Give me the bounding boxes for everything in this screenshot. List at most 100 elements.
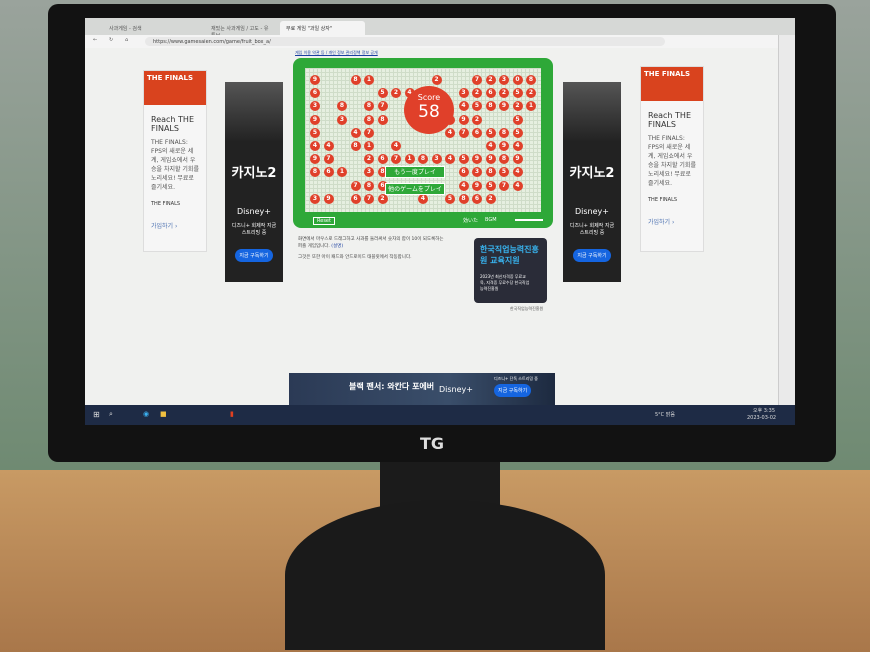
apple[interactable]: 8 xyxy=(418,154,428,165)
apple[interactable]: 2 xyxy=(485,193,496,204)
apple[interactable]: 9 xyxy=(485,154,496,165)
apple[interactable]: 6 xyxy=(472,127,482,138)
ad-cta[interactable]: 가입하기 › xyxy=(144,215,206,236)
clock-date[interactable]: 2023-03-02 xyxy=(747,415,776,421)
apple[interactable]: 5 xyxy=(445,193,455,204)
apple[interactable]: 9 xyxy=(310,114,320,125)
apple[interactable]: 9 xyxy=(499,101,509,112)
apple[interactable]: 4 xyxy=(512,180,523,191)
apple[interactable]: 5 xyxy=(512,114,523,125)
apple[interactable]: 6 xyxy=(323,167,334,178)
apple[interactable]: 1 xyxy=(526,101,536,112)
tab-search[interactable]: 사과게임 - 검색 xyxy=(103,21,203,35)
apple[interactable]: 2 xyxy=(526,88,536,99)
apple[interactable]: 8 xyxy=(499,154,509,165)
apple[interactable]: 9 xyxy=(310,154,320,165)
hrd-ad[interactable]: 한국직업능력진흥원 교육지원 2023년 최신자격증 무료교육, 지격증 무료수… xyxy=(474,238,547,303)
finals-ad-left[interactable]: THE FINALS Reach THE FINALS THE FINALS: … xyxy=(143,70,207,252)
apple[interactable]: 5 xyxy=(512,127,523,138)
apple[interactable]: 2 xyxy=(499,88,509,99)
apple[interactable]: 7 xyxy=(350,180,361,191)
play-again-button[interactable]: もう一度プレイ xyxy=(385,166,445,178)
tab-fruit-box[interactable]: 무료 게임 "과일 상자" xyxy=(280,21,365,35)
apple[interactable]: 7 xyxy=(472,75,482,85)
apple[interactable]: 3 xyxy=(310,193,320,204)
apple[interactable]: 4 xyxy=(445,154,455,165)
apple[interactable]: 1 xyxy=(364,75,374,85)
home-icon[interactable]: ⌂ xyxy=(125,37,128,43)
apple[interactable]: 5 xyxy=(485,127,496,138)
edge-browser-icon[interactable]: ◉ xyxy=(143,410,149,418)
apple[interactable]: 8 xyxy=(337,101,347,112)
bgm-checkbox[interactable]: BGM xyxy=(485,217,497,223)
apple[interactable]: 8 xyxy=(350,75,361,85)
apple[interactable]: 3 xyxy=(431,154,442,165)
apple[interactable]: 4 xyxy=(445,127,455,138)
tab-youtube[interactable]: 재밌는 사과게임 / 고도 - 유튜브 xyxy=(205,21,277,39)
apple[interactable]: 4 xyxy=(458,101,469,112)
apple[interactable]: 3 xyxy=(310,101,320,112)
apple[interactable]: 6 xyxy=(485,88,496,99)
top-links[interactable]: 게임 이용 약관 등 / 개인 정보 관리정책 정보 공개 xyxy=(295,50,378,56)
casino-ad-right[interactable]: 카지노2 Disney+ 디즈니+ 회제작 지금 스트리밍 중 지금 구독하기 xyxy=(563,82,621,282)
apple[interactable]: 8 xyxy=(350,141,361,151)
apple[interactable]: 9 xyxy=(458,114,469,125)
back-icon[interactable]: ← xyxy=(93,37,97,43)
apple[interactable]: 8 xyxy=(364,114,374,125)
apple[interactable]: 3 xyxy=(499,75,509,85)
apple[interactable]: 5 xyxy=(310,127,320,138)
subscribe-button[interactable]: 지금 구독하기 xyxy=(573,249,611,262)
apple[interactable]: 5 xyxy=(512,88,523,99)
apple[interactable]: 6 xyxy=(472,193,482,204)
apple[interactable]: 3 xyxy=(458,88,469,99)
option-checkbox-1[interactable]: 効いた xyxy=(463,217,478,224)
apple[interactable]: 8 xyxy=(526,75,536,85)
apple[interactable]: 8 xyxy=(485,167,496,178)
apple[interactable]: 5 xyxy=(377,88,388,99)
apple[interactable]: 7 xyxy=(377,101,388,112)
apple[interactable]: 4 xyxy=(458,180,469,191)
apple[interactable]: 2 xyxy=(472,114,482,125)
apple[interactable]: 2 xyxy=(391,88,401,99)
explanation-link[interactable]: (설명) xyxy=(331,244,343,249)
apple[interactable]: 6 xyxy=(310,88,320,99)
start-icon[interactable]: ⊞ xyxy=(93,410,100,419)
reset-button[interactable]: Reset xyxy=(313,217,335,225)
apple[interactable]: 8 xyxy=(485,101,496,112)
apple[interactable]: 7 xyxy=(364,193,374,204)
apple[interactable]: 4 xyxy=(391,141,401,151)
apple[interactable]: 9 xyxy=(472,180,482,191)
apple[interactable]: 6 xyxy=(458,167,469,178)
apple[interactable]: 8 xyxy=(499,127,509,138)
apple[interactable]: 8 xyxy=(458,193,469,204)
url-input[interactable]: https://www.gamesaien.com/game/fruit_box… xyxy=(145,37,665,46)
casino-ad-left[interactable]: 카지노2 Disney+ 디즈니+ 회제작 지금 스트리밍 중 지금 구독하기 xyxy=(225,82,283,282)
apple[interactable]: 6 xyxy=(350,193,361,204)
apple[interactable]: 9 xyxy=(323,193,334,204)
office-icon[interactable]: ▮ xyxy=(230,410,234,418)
apple[interactable]: 4 xyxy=(310,141,320,151)
apple[interactable]: 8 xyxy=(364,180,374,191)
apple[interactable]: 8 xyxy=(310,167,320,178)
search-icon[interactable]: ⌕ xyxy=(109,410,113,419)
apple[interactable]: 5 xyxy=(485,180,496,191)
apple[interactable]: 7 xyxy=(391,154,401,165)
apple[interactable]: 4 xyxy=(485,141,496,151)
apple[interactable]: 1 xyxy=(404,154,415,165)
apple[interactable]: 2 xyxy=(377,193,388,204)
apple[interactable]: 1 xyxy=(337,167,347,178)
apple[interactable]: 8 xyxy=(377,114,388,125)
apple[interactable]: 2 xyxy=(485,75,496,85)
clock-time[interactable]: 오후 3:35 xyxy=(753,407,775,414)
apple[interactable]: 7 xyxy=(499,180,509,191)
banner-subscribe-button[interactable]: 지금 구독하기 xyxy=(494,384,532,397)
refresh-icon[interactable]: ↻ xyxy=(109,37,113,43)
apple[interactable]: 7 xyxy=(364,127,374,138)
apple[interactable]: 7 xyxy=(323,154,334,165)
apple[interactable]: 8 xyxy=(364,101,374,112)
apple[interactable]: 9 xyxy=(310,75,320,85)
apple[interactable]: 3 xyxy=(364,167,374,178)
apple[interactable]: 2 xyxy=(431,75,442,85)
apple[interactable]: 4 xyxy=(323,141,334,151)
apple[interactable]: 2 xyxy=(512,101,523,112)
